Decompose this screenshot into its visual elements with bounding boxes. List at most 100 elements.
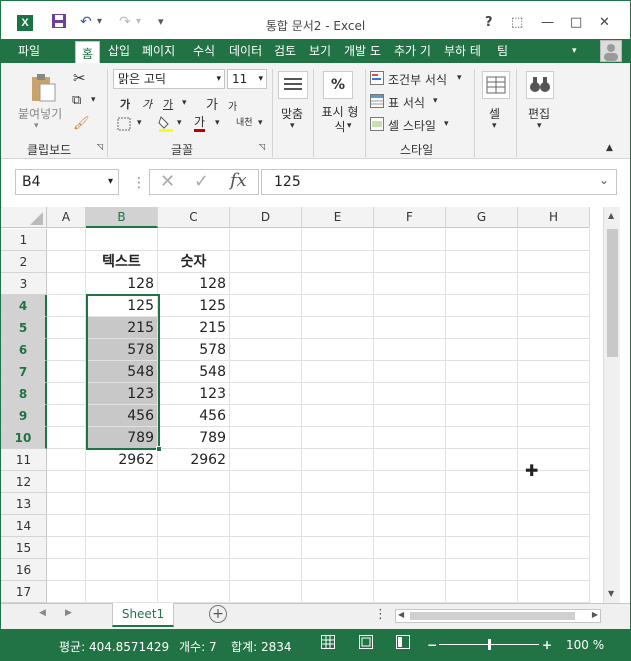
collapse-ribbon-icon[interactable]: ▲ (606, 143, 613, 153)
row-header-13[interactable]: 13 (1, 493, 47, 515)
tab-team[interactable]: 팀 (497, 39, 508, 63)
column-header-d[interactable]: D (230, 207, 302, 228)
cell-h4[interactable] (518, 295, 590, 317)
vertical-scrollbar[interactable]: ▲ ▼ (603, 207, 620, 603)
tab-load-test[interactable]: 부하 테 (444, 39, 481, 63)
cell-e9[interactable] (302, 405, 374, 427)
cell-a5[interactable] (47, 317, 86, 339)
scroll-down-icon[interactable]: ▼ (608, 589, 614, 598)
format-as-table-button[interactable]: 표 서식 (388, 94, 425, 111)
column-header-c[interactable]: C (158, 207, 230, 228)
cell-d13[interactable] (230, 493, 302, 515)
font-color-dropdown-icon[interactable]: ▾ (215, 118, 220, 128)
cell-g1[interactable] (446, 229, 518, 251)
cell-c10[interactable]: 789 (158, 427, 230, 449)
cell-f7[interactable] (374, 361, 446, 383)
editing-dropdown-icon[interactable]: ▾ (537, 121, 542, 131)
cell-styles-button[interactable]: 셀 스타일 (388, 117, 436, 134)
zoom-slider[interactable] (439, 639, 539, 650)
cancel-entry-icon[interactable]: ✕ (160, 171, 175, 192)
cell-h15[interactable] (518, 537, 590, 559)
row-header-3[interactable]: 3 (1, 273, 47, 295)
select-all-button[interactable] (1, 207, 47, 228)
cell-c9[interactable]: 456 (158, 405, 230, 427)
cell-e16[interactable] (302, 559, 374, 581)
cell-e15[interactable] (302, 537, 374, 559)
cell-g7[interactable] (446, 361, 518, 383)
cell-styles-icon[interactable] (370, 117, 384, 134)
cell-g12[interactable] (446, 471, 518, 493)
scroll-left-icon[interactable]: ◀ (398, 610, 404, 619)
cell-h17[interactable] (518, 581, 590, 603)
cell-c3[interactable]: 128 (158, 273, 230, 295)
help-button[interactable]: ? (485, 15, 493, 31)
font-color-button[interactable]: 가 (194, 115, 206, 132)
borders-dropdown-icon[interactable]: ▾ (137, 118, 142, 128)
cell-f5[interactable] (374, 317, 446, 339)
cell-a1[interactable] (47, 229, 86, 251)
cell-a11[interactable] (47, 449, 86, 471)
tab-developer[interactable]: 개발 도 (344, 39, 381, 63)
cell-f9[interactable] (374, 405, 446, 427)
format-as-table-icon[interactable] (370, 94, 384, 111)
cell-d10[interactable] (230, 427, 302, 449)
cell-f1[interactable] (374, 229, 446, 251)
cell-f11[interactable] (374, 449, 446, 471)
cell-b17[interactable] (86, 581, 158, 603)
zoom-level[interactable]: 100 % (566, 638, 604, 652)
cell-e11[interactable] (302, 449, 374, 471)
cell-g5[interactable] (446, 317, 518, 339)
cell-f13[interactable] (374, 493, 446, 515)
cell-d3[interactable] (230, 273, 302, 295)
cell-h16[interactable] (518, 559, 590, 581)
cell-c12[interactable] (158, 471, 230, 493)
confirm-entry-icon[interactable]: ✓ (194, 171, 209, 192)
cell-a15[interactable] (47, 537, 86, 559)
cell-f12[interactable] (374, 471, 446, 493)
cell-f6[interactable] (374, 339, 446, 361)
zoom-in-button[interactable]: + (542, 638, 552, 652)
cell-h6[interactable] (518, 339, 590, 361)
ribbon-display-options-button[interactable]: ⬚ (511, 15, 523, 31)
cell-g10[interactable] (446, 427, 518, 449)
find-binoculars-icon[interactable] (526, 71, 554, 102)
cell-a16[interactable] (47, 559, 86, 581)
cell-e17[interactable] (302, 581, 374, 603)
cell-e2[interactable] (302, 251, 374, 273)
font-name-dropdown[interactable]: 맑은 고딕 ▾ (113, 69, 225, 89)
horizontal-scrollbar[interactable]: ◀ ▶ (395, 609, 601, 623)
cell-b4[interactable]: 125 (86, 295, 158, 317)
cell-c14[interactable] (158, 515, 230, 537)
tab-home[interactable]: 홈 (75, 41, 101, 65)
page-break-view-icon[interactable] (396, 635, 410, 652)
row-header-4[interactable]: 4 (1, 295, 47, 317)
format-as-table-dropdown-icon[interactable]: ▾ (433, 96, 438, 106)
row-header-8[interactable]: 8 (1, 383, 47, 405)
percent-icon[interactable]: % (323, 71, 353, 99)
cell-c6[interactable]: 578 (158, 339, 230, 361)
cell-f8[interactable] (374, 383, 446, 405)
number-format-button[interactable]: 표시 형식 (318, 105, 362, 135)
sheet-tab-sheet1[interactable]: Sheet1 (112, 603, 174, 627)
cell-d5[interactable] (230, 317, 302, 339)
underline-dropdown-icon[interactable]: ▾ (182, 98, 187, 108)
row-header-9[interactable]: 9 (1, 405, 47, 427)
cell-c11[interactable]: 2962 (158, 449, 230, 471)
cell-h9[interactable] (518, 405, 590, 427)
font-size-dropdown[interactable]: 11 ▾ (227, 69, 267, 89)
row-header-17[interactable]: 17 (1, 581, 47, 603)
cell-g4[interactable] (446, 295, 518, 317)
row-header-14[interactable]: 14 (1, 515, 47, 537)
cell-b13[interactable] (86, 493, 158, 515)
tab-view[interactable]: 보기 (309, 39, 331, 63)
cell-g16[interactable] (446, 559, 518, 581)
row-header-6[interactable]: 6 (1, 339, 47, 361)
column-header-g[interactable]: G (446, 207, 518, 228)
cell-e7[interactable] (302, 361, 374, 383)
page-layout-view-icon[interactable] (359, 635, 373, 652)
clipboard-launcher-icon[interactable]: ◹ (97, 142, 103, 151)
cell-g6[interactable] (446, 339, 518, 361)
bold-button[interactable]: 가 (120, 96, 130, 112)
alignment-dropdown-icon[interactable]: ▾ (290, 121, 295, 131)
cell-h5[interactable] (518, 317, 590, 339)
